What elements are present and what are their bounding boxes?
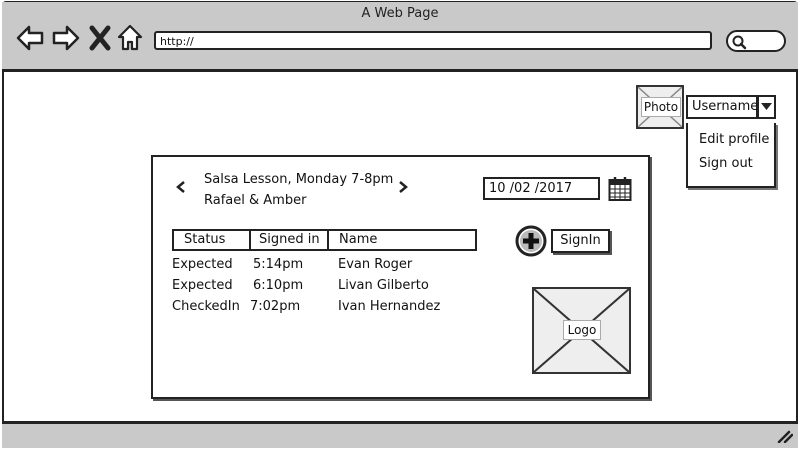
table-header: Status Signed in Name: [172, 229, 477, 251]
url-field[interactable]: http://: [154, 31, 712, 50]
username-dropdown-toggle[interactable]: [757, 95, 776, 119]
header-signed-in[interactable]: Signed in: [259, 231, 320, 249]
add-icon[interactable]: [515, 225, 549, 259]
window-title: A Web Page: [361, 6, 439, 21]
row-2-name[interactable]: Livan Gilberto: [338, 278, 429, 293]
row-2-signed-in: 6:10pm: [253, 278, 304, 293]
row-3-signed-in: 7:02pm: [250, 299, 301, 314]
signin-button[interactable]: SignIn: [551, 229, 610, 253]
row-1-signed-in: 5:14pm: [253, 257, 304, 272]
username-dropdown[interactable]: Username: [686, 95, 758, 119]
lesson-title: Salsa Lesson, Monday 7-8pm: [204, 172, 394, 187]
row-2-status: Expected: [172, 278, 233, 293]
search-field[interactable]: [726, 30, 786, 52]
menu-item-sign-out[interactable]: Sign out: [699, 156, 753, 171]
header-status[interactable]: Status: [184, 231, 225, 249]
menu-item-edit-profile[interactable]: Edit profile: [699, 132, 769, 147]
prev-lesson-icon[interactable]: [176, 181, 186, 193]
logo-label: Logo: [563, 320, 601, 340]
row-3-name[interactable]: Ivan Hernandez: [338, 299, 440, 314]
row-1-name[interactable]: Evan Roger: [338, 257, 412, 272]
date-field[interactable]: 10 /02 /2017: [483, 177, 600, 200]
row-1-status: Expected: [172, 257, 233, 272]
back-arrow-icon[interactable]: [16, 24, 44, 52]
home-icon[interactable]: [116, 23, 144, 51]
resize-grip-icon[interactable]: [777, 429, 793, 443]
status-bar: [2, 421, 798, 448]
next-lesson-icon[interactable]: [398, 181, 408, 193]
caret-down-icon: [761, 103, 772, 110]
row-3-status: CheckedIn: [172, 299, 240, 314]
stop-icon[interactable]: [89, 24, 111, 52]
column-divider: [249, 231, 251, 249]
lesson-instructors: Rafael & Amber: [204, 193, 307, 208]
search-icon: [732, 35, 747, 50]
header-name[interactable]: Name: [339, 231, 377, 249]
photo-label: Photo: [641, 97, 681, 117]
forward-arrow-icon[interactable]: [52, 24, 80, 52]
calendar-icon[interactable]: [608, 176, 632, 202]
column-divider: [327, 231, 329, 249]
